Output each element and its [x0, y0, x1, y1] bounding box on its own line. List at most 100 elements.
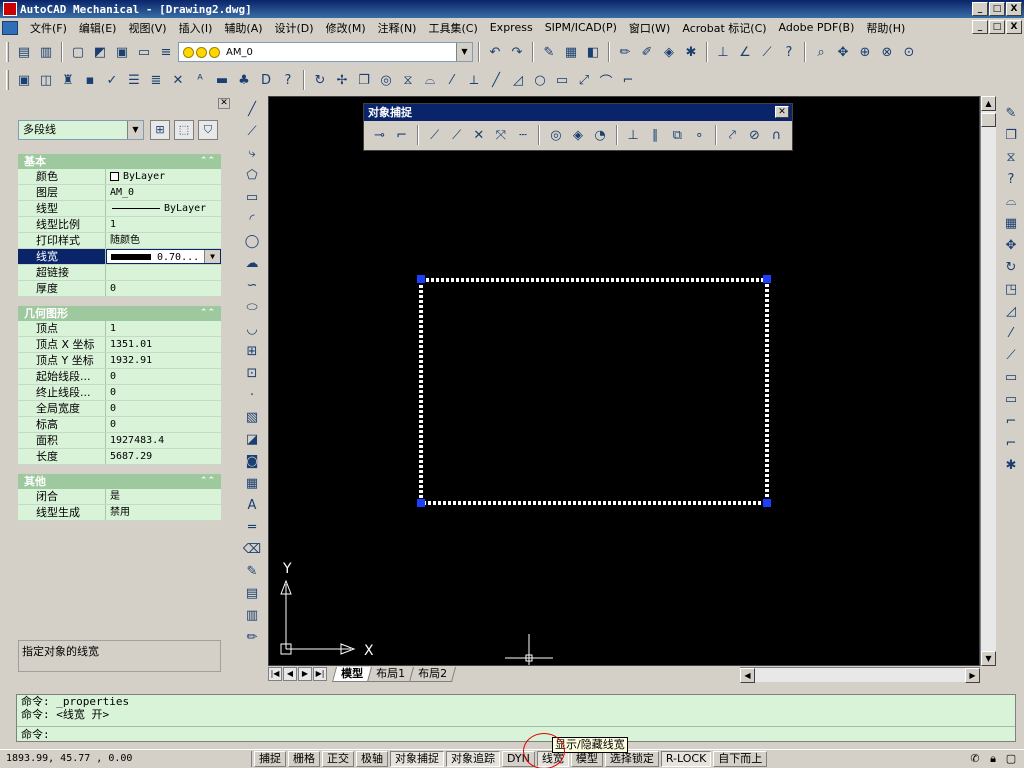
layer-icon[interactable]: ▥: [242, 606, 262, 626]
snap-insert-icon[interactable]: ⧉: [668, 125, 687, 145]
doc-restore-button[interactable]: □: [989, 20, 1005, 34]
document-icon[interactable]: [2, 20, 18, 35]
grid-icon[interactable]: ▤: [242, 584, 262, 604]
menu-edit[interactable]: 编辑(E): [73, 20, 123, 36]
grip-handle[interactable]: [417, 499, 425, 507]
property-value[interactable]: 随颜色: [106, 233, 221, 248]
chamfer-icon[interactable]: ⌐: [1001, 412, 1021, 432]
maximize-button[interactable]: □: [989, 2, 1005, 16]
property-row-lineweight[interactable]: 线宽 0.70... ▼: [18, 249, 221, 265]
hatch-icon[interactable]: ⌓: [420, 70, 440, 90]
markup-pencil-icon[interactable]: ✏: [242, 628, 262, 648]
zoom-icon[interactable]: ⊕: [855, 42, 875, 62]
folder-icon[interactable]: ▬: [212, 70, 232, 90]
snap-none-icon[interactable]: ⊘: [745, 125, 764, 145]
menu-acrobat[interactable]: Acrobat 标记(C): [676, 20, 772, 36]
circle-icon[interactable]: ○: [530, 70, 550, 90]
menu-annotate[interactable]: 注释(N): [372, 20, 423, 36]
line-icon[interactable]: ╱: [486, 70, 506, 90]
move-icon[interactable]: ✥: [1001, 236, 1021, 256]
layer-previous-icon[interactable]: ≡: [156, 42, 176, 62]
property-value[interactable]: ByLayer: [106, 169, 221, 184]
command-input[interactable]: 命令:: [17, 726, 1015, 741]
close-button[interactable]: X: [1006, 2, 1022, 16]
construction-line-icon[interactable]: ⟋: [242, 122, 262, 142]
lock-toolbar-icon[interactable]: 🔒︎: [986, 752, 1000, 766]
property-row[interactable]: 终止线段... 0: [18, 385, 221, 401]
property-row[interactable]: 线型 ByLayer: [18, 201, 221, 217]
property-row[interactable]: 打印样式 随颜色: [18, 233, 221, 249]
undo-icon[interactable]: ↶: [485, 42, 505, 62]
extend-icon[interactable]: ⟋: [1001, 346, 1021, 366]
rectangle-icon[interactable]: ▭: [242, 188, 262, 208]
status-rlock-button[interactable]: R-LOCK: [660, 751, 712, 767]
rotate-icon[interactable]: ↻: [310, 70, 330, 90]
status-snap-button[interactable]: 捕捉: [254, 751, 286, 767]
disk-icon[interactable]: ▪: [80, 70, 100, 90]
break-icon[interactable]: ⁄: [442, 70, 462, 90]
communication-center-icon[interactable]: ✆: [968, 752, 982, 766]
snap-midpoint-icon[interactable]: ⟋: [447, 125, 466, 145]
property-row[interactable]: 闭合是: [18, 489, 221, 505]
new-file-icon[interactable]: ▢: [68, 42, 88, 62]
help-icon[interactable]: ?: [779, 42, 799, 62]
snap-nearest-icon[interactable]: ⤤: [723, 125, 742, 145]
vertical-scrollbar[interactable]: ▲ ▼: [980, 96, 996, 666]
doc-close-button[interactable]: X: [1006, 20, 1022, 34]
move-icon[interactable]: ✢: [332, 70, 352, 90]
menu-assist[interactable]: 辅助(A): [218, 20, 268, 36]
align-icon[interactable]: ☰: [124, 70, 144, 90]
rectangle-icon[interactable]: ▭: [552, 70, 572, 90]
distribute-icon[interactable]: ≣: [146, 70, 166, 90]
status-polar-button[interactable]: 极轴: [356, 751, 388, 767]
insert-block-icon[interactable]: ⊞: [242, 342, 262, 362]
gradient-icon[interactable]: ◪: [242, 430, 262, 450]
chevron-down-icon[interactable]: ▼: [456, 43, 472, 61]
snap-tangent-icon[interactable]: ◔: [591, 125, 610, 145]
pdf-settings-icon[interactable]: ▥: [36, 42, 56, 62]
clean-screen-icon[interactable]: ▢: [1004, 752, 1018, 766]
make-block-icon[interactable]: ⊡: [242, 364, 262, 384]
section-header[interactable]: 基本 ⌃⌃: [18, 154, 221, 169]
pencil-icon[interactable]: ✏: [615, 42, 635, 62]
break-at-point-icon[interactable]: ▭: [1001, 368, 1021, 388]
menu-express[interactable]: Express: [484, 21, 539, 34]
circle-icon[interactable]: ◯: [242, 232, 262, 252]
property-row[interactable]: 图层 AM_0: [18, 185, 221, 201]
erase-icon[interactable]: ✎: [1001, 104, 1021, 124]
trim-icon[interactable]: ⁄: [1001, 324, 1021, 344]
snap-perpendicular-icon[interactable]: ⊥: [624, 125, 643, 145]
toggle-pickadd-icon[interactable]: ⊞: [150, 120, 170, 140]
array-icon[interactable]: ⌓: [1001, 192, 1021, 212]
property-value[interactable]: 1351.01: [106, 337, 221, 352]
property-value[interactable]: 是: [106, 489, 221, 504]
property-value[interactable]: 0: [106, 281, 221, 296]
section-header[interactable]: 其他 ⌃⌃: [18, 474, 221, 489]
mirror-icon[interactable]: ⧖: [398, 70, 418, 90]
fillet-icon[interactable]: ⌒: [596, 70, 616, 90]
property-value[interactable]: 禁用: [106, 505, 221, 520]
temp-track-icon[interactable]: ⊸: [370, 125, 389, 145]
ellipse-icon[interactable]: ⬭: [242, 298, 262, 318]
tab-layout2[interactable]: 布局2: [408, 666, 457, 682]
point-icon[interactable]: ·: [242, 386, 262, 406]
horizontal-scrollbar[interactable]: ◀ ▶: [740, 667, 980, 683]
lineweight-dropdown[interactable]: 0.70... ▼: [106, 249, 221, 264]
save-icon[interactable]: ▣: [112, 42, 132, 62]
snap-parallel-icon[interactable]: ∥: [646, 125, 665, 145]
property-value[interactable]: 0: [106, 401, 221, 416]
property-row[interactable]: 面积 1927483.4: [18, 433, 221, 449]
menu-sipm[interactable]: SIPM/ICAD(P): [539, 21, 623, 34]
property-row[interactable]: 起始线段... 0: [18, 369, 221, 385]
last-tab-icon[interactable]: ▶|: [313, 667, 327, 681]
chevron-down-icon[interactable]: ▼: [204, 250, 220, 263]
copy-icon[interactable]: ❐: [1001, 126, 1021, 146]
property-row[interactable]: 长度 5687.29: [18, 449, 221, 465]
first-tab-icon[interactable]: |◀: [268, 667, 282, 681]
polyline-icon[interactable]: ⤷: [242, 144, 262, 164]
selected-polyline[interactable]: [419, 278, 769, 505]
block-icon[interactable]: ◧: [583, 42, 603, 62]
region-icon[interactable]: ◙: [242, 452, 262, 472]
property-value[interactable]: 0: [106, 369, 221, 384]
revision-cloud-icon[interactable]: ☁: [242, 254, 262, 274]
